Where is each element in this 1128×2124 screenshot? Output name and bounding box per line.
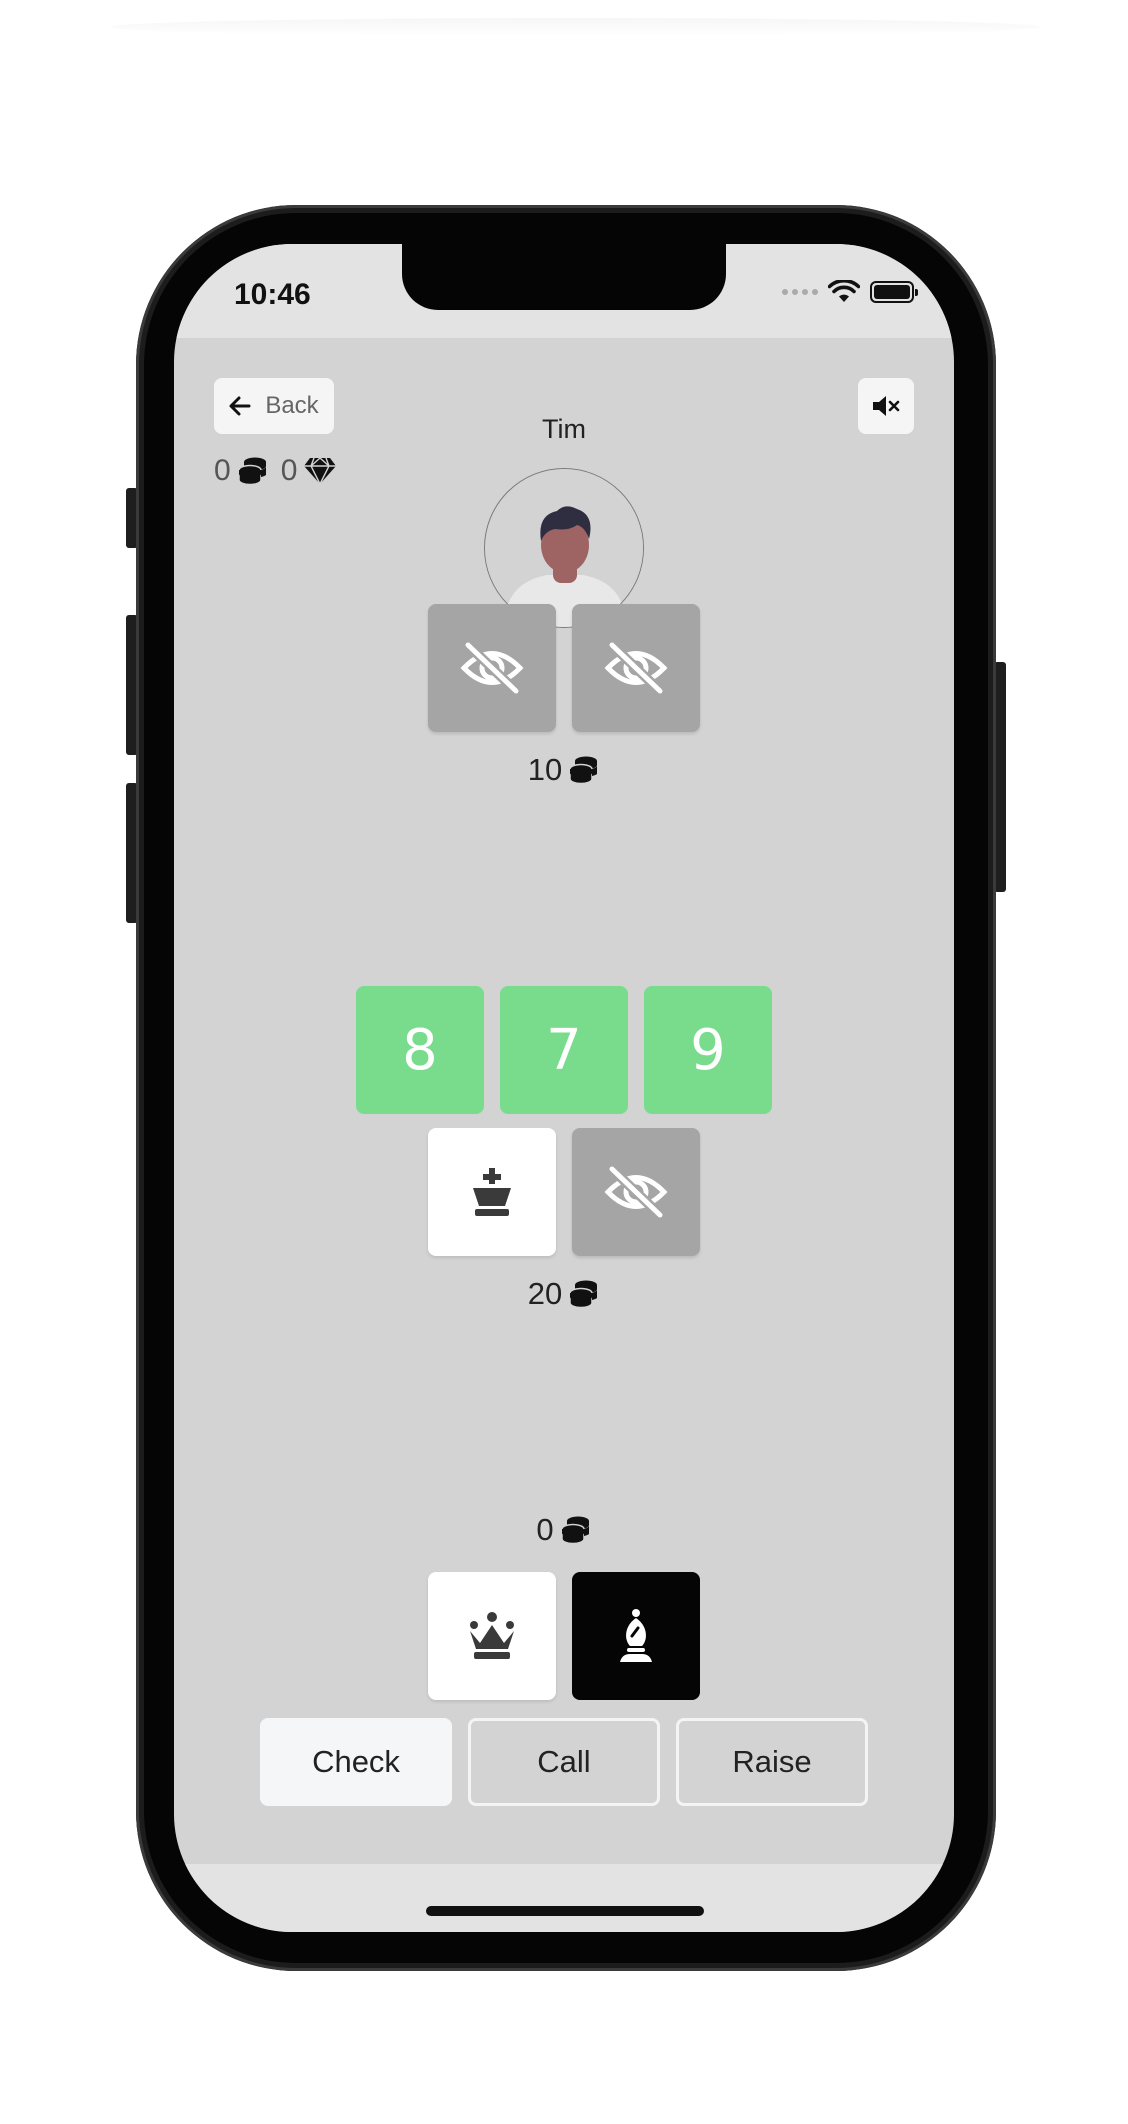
pot-amount: 20 xyxy=(527,1276,563,1311)
wallet-summary: 0 0 xyxy=(214,454,337,488)
player-bet: 0 xyxy=(174,1512,954,1548)
opponent-card-2 xyxy=(572,604,700,732)
wifi-icon xyxy=(828,280,860,302)
call-button[interactable]: Call xyxy=(468,1718,660,1806)
arrow-left-icon xyxy=(229,396,251,416)
battery-icon xyxy=(870,281,918,303)
board-card-1: 8 xyxy=(356,986,484,1114)
opponent-name: Tim xyxy=(542,414,586,444)
hidden-card xyxy=(572,1128,700,1256)
player-card-1[interactable] xyxy=(428,1572,556,1700)
notch xyxy=(402,244,726,310)
eye-slash-icon xyxy=(604,1165,668,1219)
signal-icon xyxy=(782,289,818,295)
chess-queen-icon xyxy=(470,1612,514,1659)
gem-icon xyxy=(304,457,337,486)
home-bar-area xyxy=(174,1864,954,1932)
status-icons xyxy=(782,280,918,304)
eye-slash-icon xyxy=(604,641,668,695)
raise-button[interactable]: Raise xyxy=(676,1718,868,1806)
chess-bishop-icon xyxy=(620,1609,652,1662)
coins-icon xyxy=(560,1516,589,1545)
board-card-3: 9 xyxy=(644,986,772,1114)
board-card-2: 7 xyxy=(500,986,628,1114)
chess-king-icon xyxy=(473,1168,511,1216)
status-time: 10:46 xyxy=(234,278,311,311)
check-button[interactable]: Check xyxy=(260,1718,452,1806)
eye-slash-icon xyxy=(460,641,524,695)
player-card-2[interactable] xyxy=(572,1572,700,1700)
coins-icon xyxy=(569,1280,598,1309)
coins-icon xyxy=(237,457,266,486)
phone-screen: 10:46 Back 0 0 Tim 10 8 7 9 20 0 Check C… xyxy=(174,244,954,1932)
king-card xyxy=(428,1128,556,1256)
opponent-bet: 10 xyxy=(174,752,954,788)
pot: 20 xyxy=(174,1276,954,1312)
gems-count: 0 xyxy=(280,454,298,487)
home-indicator[interactable] xyxy=(426,1906,704,1916)
player-bet-amount: 0 xyxy=(536,1512,554,1547)
opponent-bet-amount: 10 xyxy=(527,752,563,787)
coins-icon xyxy=(569,756,598,785)
opponent-card-1 xyxy=(428,604,556,732)
top-shadow xyxy=(110,18,1040,36)
coins-count: 0 xyxy=(214,454,231,487)
